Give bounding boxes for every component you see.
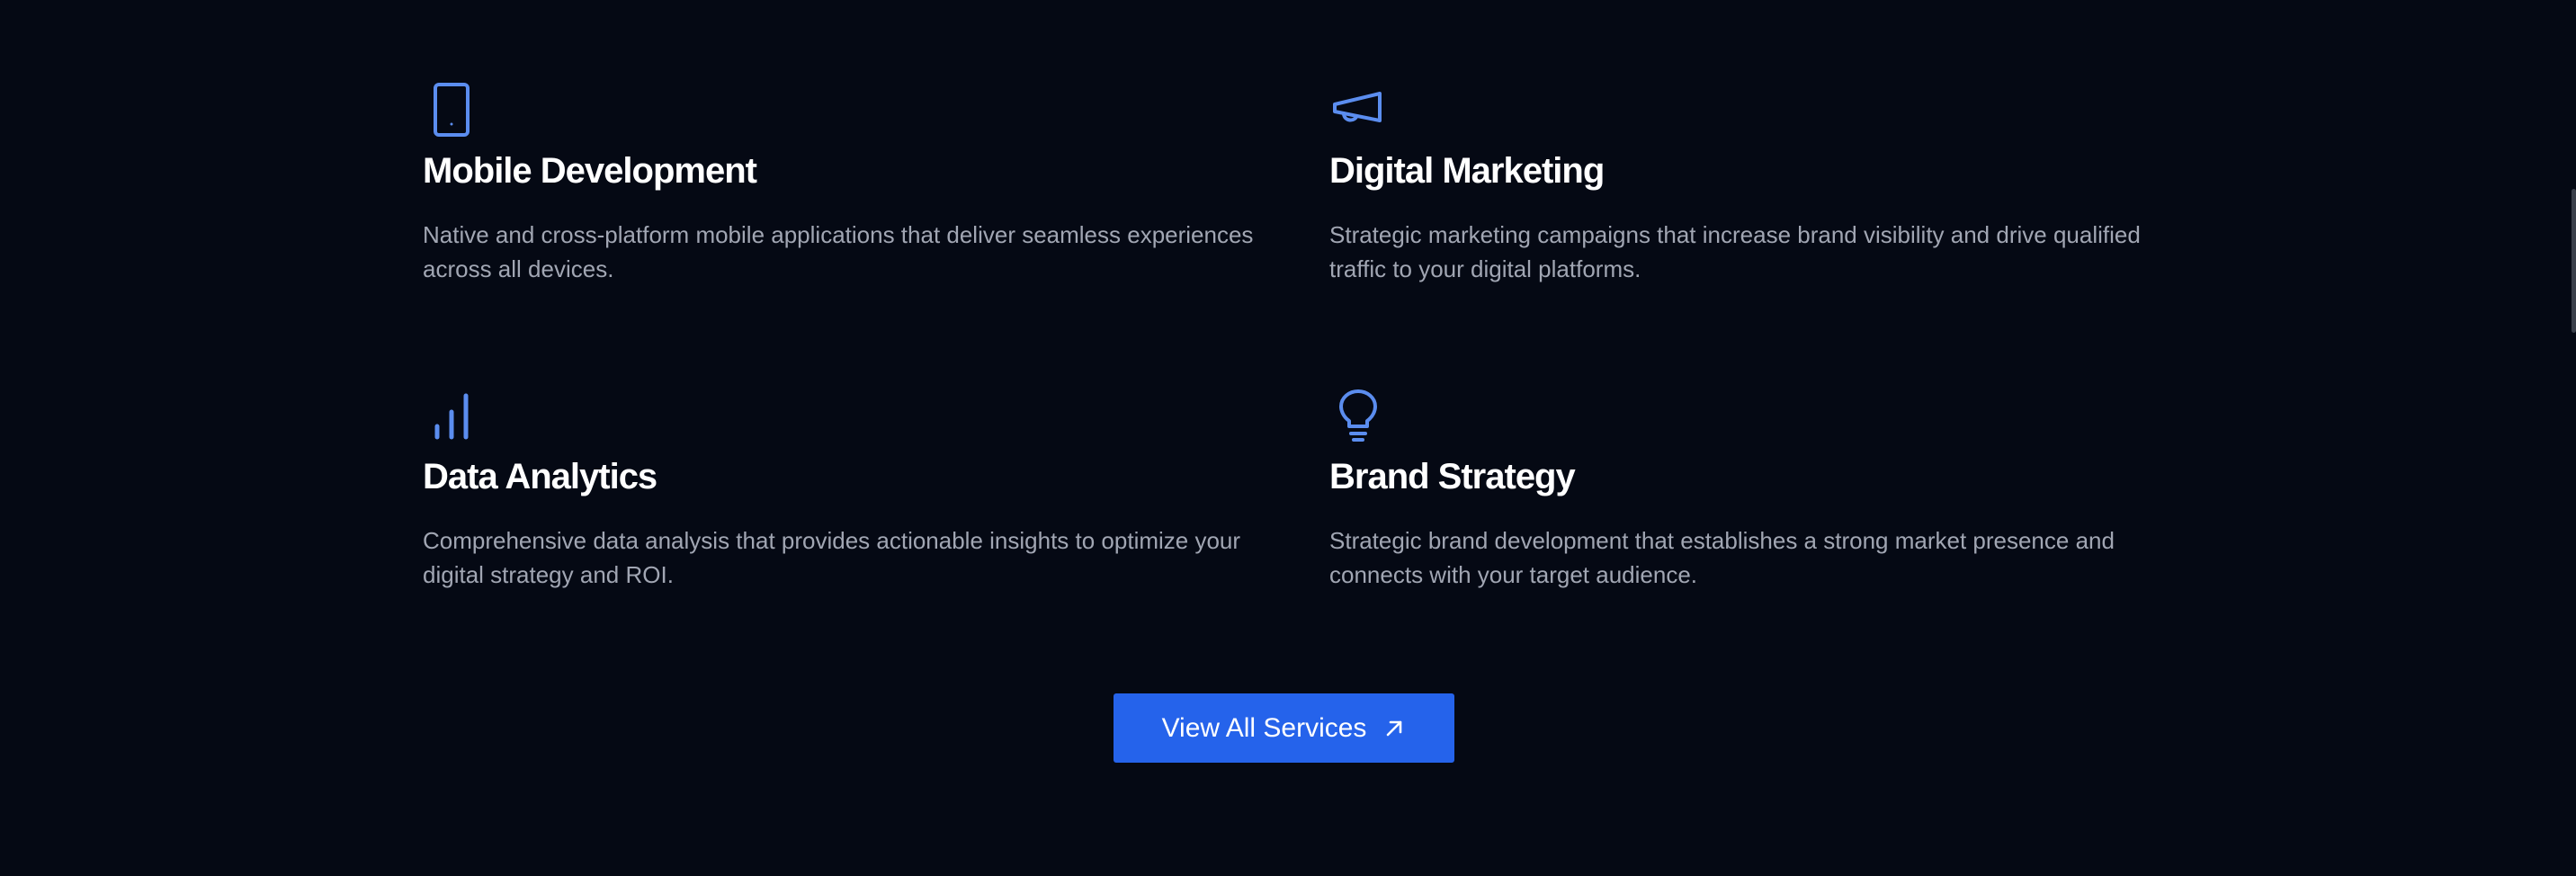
services-section: Mobile Development Native and cross-plat… — [0, 0, 2576, 876]
page-scrollbar[interactable] — [2569, 0, 2576, 876]
arrow-up-right-icon — [1387, 720, 1402, 736]
service-description: Comprehensive data analysis that provide… — [423, 527, 1241, 588]
megaphone-icon — [1329, 81, 1387, 139]
service-title: Data Analytics — [423, 457, 657, 496]
tablet-icon — [423, 81, 480, 139]
lightbulb-icon — [1329, 387, 1387, 444]
service-description: Strategic marketing campaigns that incre… — [1329, 221, 2141, 282]
view-all-services-button[interactable]: View All Services — [1114, 693, 1454, 763]
service-description: Native and cross-platform mobile applica… — [423, 221, 1254, 282]
view-all-services-label: View All Services — [1161, 712, 1367, 743]
service-title: Mobile Development — [423, 151, 757, 191]
scrollbar-thumb[interactable] — [2572, 189, 2576, 333]
service-description: Strategic brand development that establi… — [1329, 527, 2115, 588]
service-title: Digital Marketing — [1329, 151, 1605, 191]
service-title: Brand Strategy — [1329, 457, 1576, 496]
bar-chart-icon — [423, 387, 480, 444]
